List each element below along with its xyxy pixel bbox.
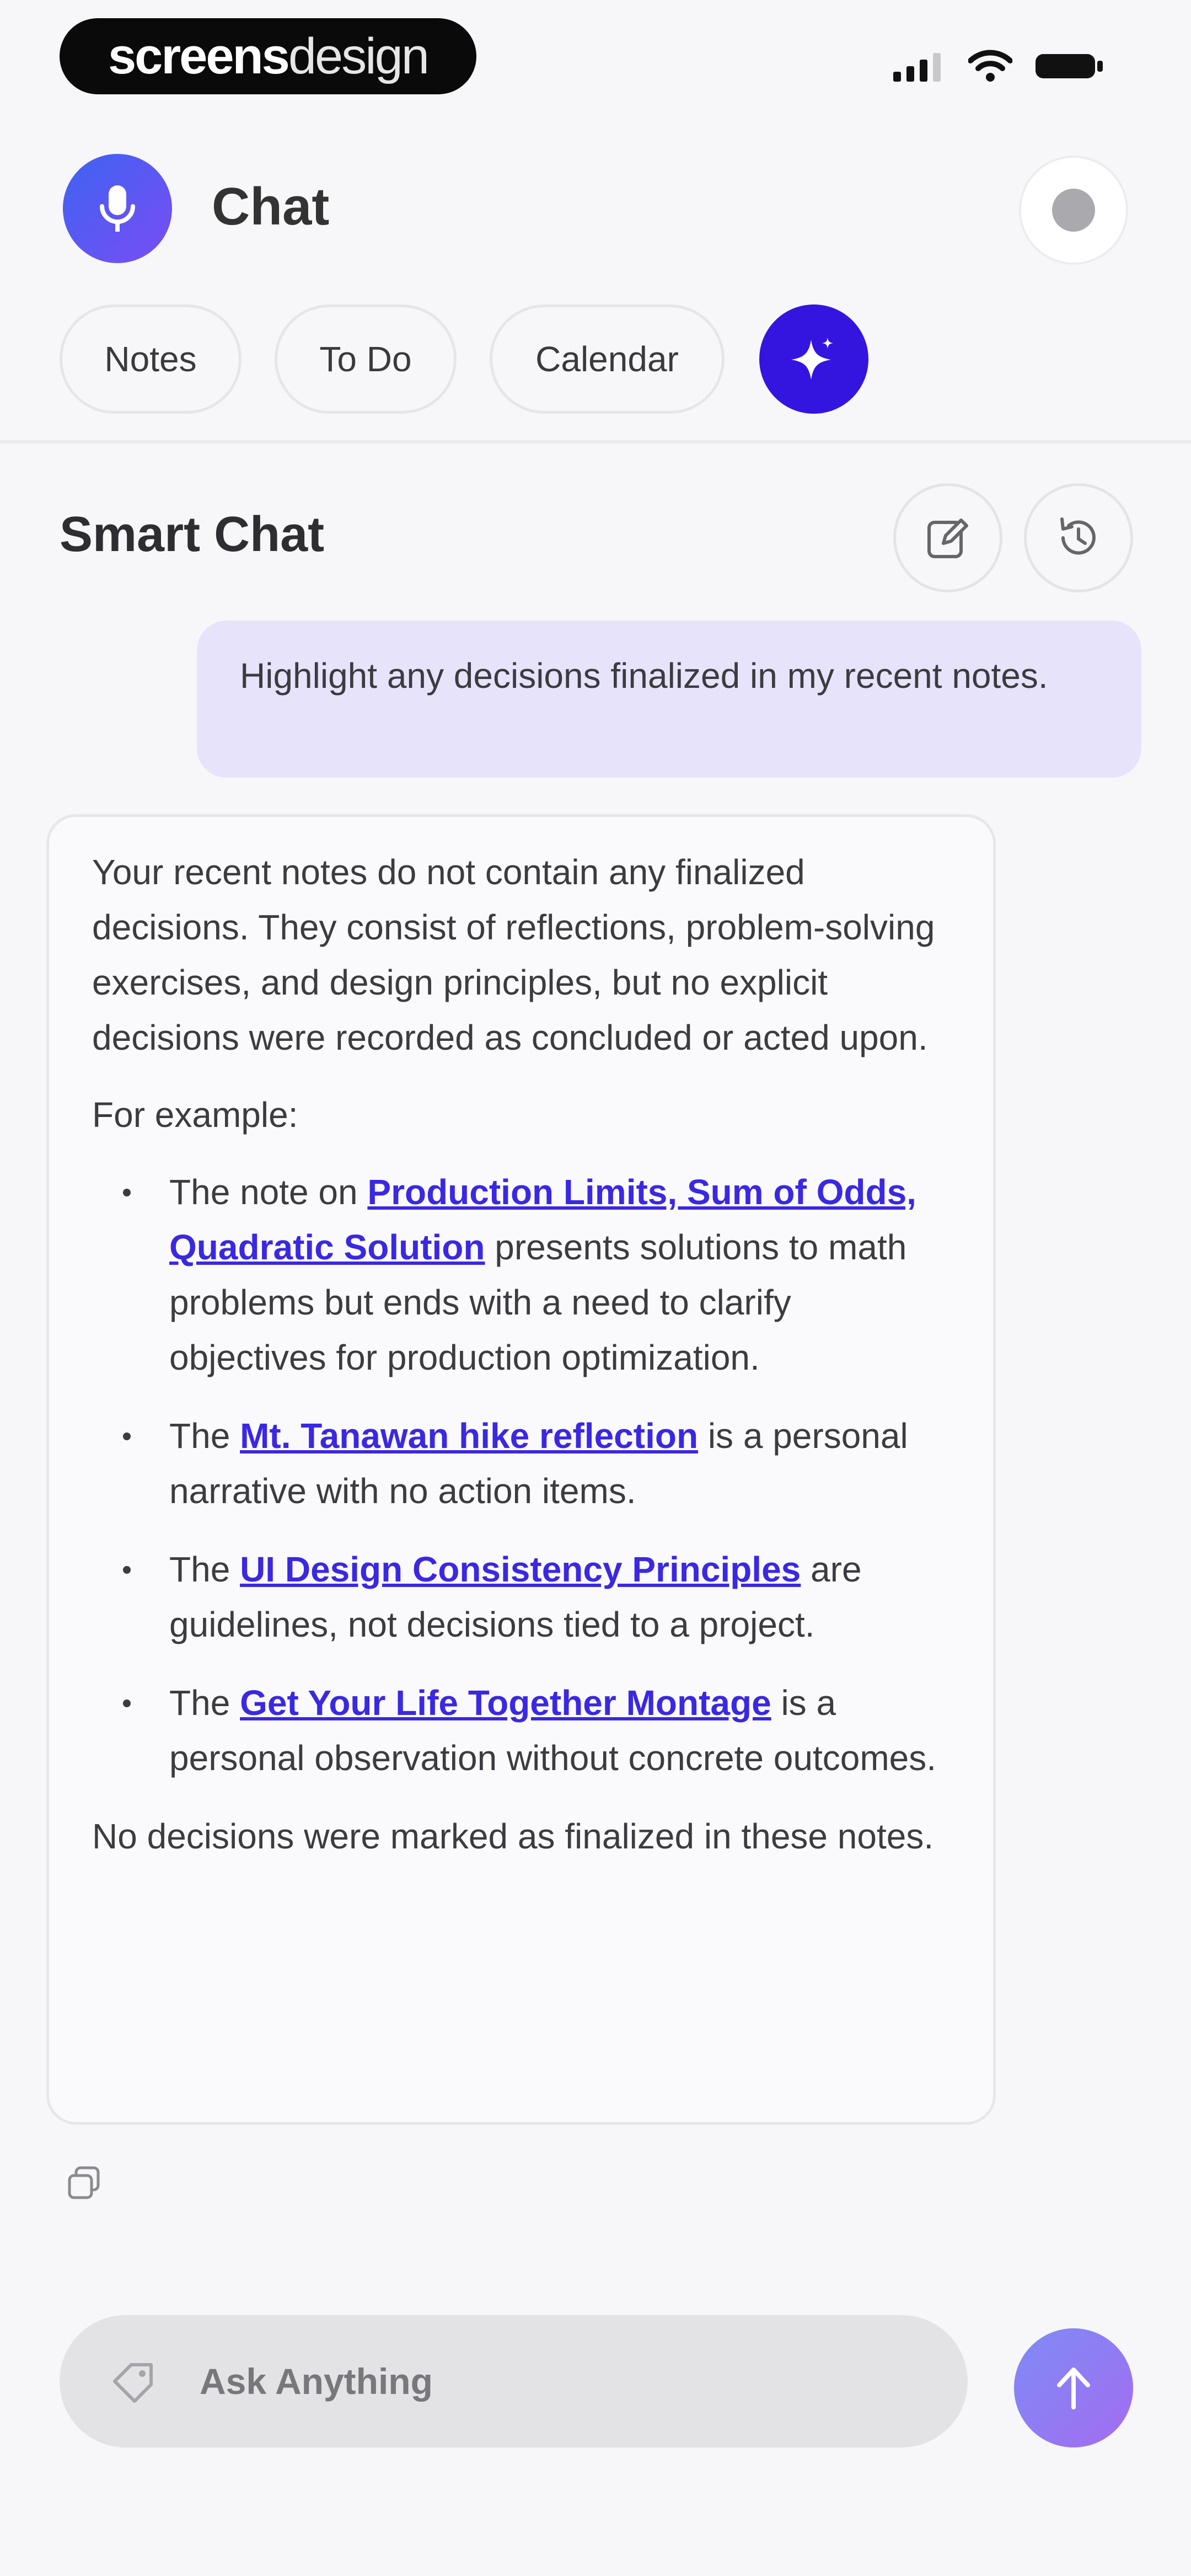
reply-example-label: For example: xyxy=(92,1095,298,1135)
reply-conclusion: No decisions were marked as finalized in… xyxy=(92,1816,934,1856)
settings-icon xyxy=(1052,189,1095,232)
sparkle-icon xyxy=(791,338,833,380)
send-button[interactable] xyxy=(1014,2328,1133,2447)
reply-intro: Your recent notes do not contain any fin… xyxy=(92,852,935,1057)
tab-notes[interactable]: Notes xyxy=(60,304,242,414)
user-message-text: Highlight any decisions finalized in my … xyxy=(240,656,1048,696)
status-icons xyxy=(893,44,1125,88)
list-item: The UI Design Consistency Principles are… xyxy=(123,1542,950,1652)
note-link[interactable]: Get Your Life Together Montage xyxy=(240,1683,771,1723)
header-divider xyxy=(0,440,1191,443)
signal-icon xyxy=(893,53,941,82)
note-link[interactable]: Mt. Tanawan hike reflection xyxy=(240,1416,698,1456)
message-input[interactable] xyxy=(198,2360,918,2403)
battery-icon xyxy=(1036,54,1103,78)
history-button[interactable] xyxy=(1024,483,1133,592)
brand-bold-text: screens xyxy=(108,28,290,84)
history-icon xyxy=(1060,517,1096,555)
brand-logo: screens design xyxy=(60,18,476,94)
bullet-prefix: The note on xyxy=(169,1172,368,1212)
tab-todo[interactable]: To Do xyxy=(275,304,457,414)
assistant-message-bubble: Your recent notes do not contain any fin… xyxy=(46,814,996,2125)
new-chat-icon xyxy=(927,519,968,558)
copy-icon[interactable] xyxy=(66,2165,103,2201)
tab-smart-chat[interactable] xyxy=(759,304,868,414)
bullet-prefix: The xyxy=(169,1416,240,1456)
chat-title: Smart Chat xyxy=(60,507,325,562)
list-item: The Get Your Life Together Montage is a … xyxy=(123,1675,950,1786)
list-item: The note on Production Limits, Sum of Od… xyxy=(123,1164,950,1385)
message-input-container xyxy=(60,2315,968,2447)
page-title: Chat xyxy=(212,177,330,236)
note-link[interactable]: UI Design Consistency Principles xyxy=(240,1549,801,1589)
new-chat-button[interactable] xyxy=(893,483,1002,592)
voice-avatar-button[interactable] xyxy=(63,154,172,263)
bullet-prefix: The xyxy=(169,1683,240,1723)
microphone-icon xyxy=(100,185,135,232)
brand-light-text: design xyxy=(288,28,430,84)
tab-calendar[interactable]: Calendar xyxy=(490,304,725,414)
list-item: The Mt. Tanawan hike reflection is a per… xyxy=(123,1408,950,1519)
bullet-prefix: The xyxy=(169,1549,240,1589)
wifi-icon xyxy=(968,50,1012,82)
settings-button[interactable] xyxy=(1019,156,1128,265)
tag-icon[interactable] xyxy=(109,2356,160,2407)
arrow-up-icon xyxy=(1057,2367,1090,2409)
reply-bullet-list: The note on Production Limits, Sum of Od… xyxy=(92,1164,950,1786)
user-message-bubble: Highlight any decisions finalized in my … xyxy=(197,621,1141,778)
